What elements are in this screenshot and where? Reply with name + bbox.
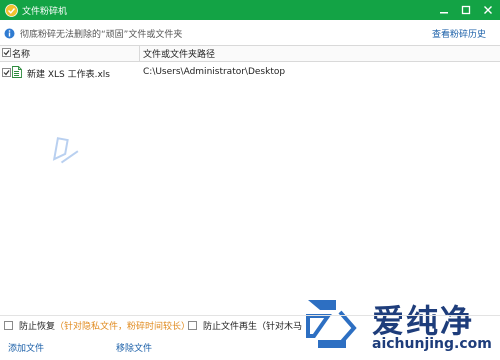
title-bar: 文件粉碎机 xyxy=(0,0,500,20)
minimize-icon[interactable] xyxy=(438,4,450,16)
prevent-regen-checkbox[interactable] xyxy=(188,321,197,330)
info-icon xyxy=(4,28,15,39)
select-all-checkbox[interactable] xyxy=(2,48,11,57)
column-header-path[interactable]: 文件或文件夹路径 xyxy=(143,47,215,60)
info-bar: 彻底粉碎无法删除的“顽固”文件或文件夹 查看粉碎历史 xyxy=(0,24,500,42)
app-icon xyxy=(4,3,18,17)
prevent-recovery-label: 防止恢复 xyxy=(19,322,56,332)
info-text: 彻底粉碎无法删除的“顽固”文件或文件夹 xyxy=(20,29,183,40)
prevent-regen-label: 防止文件再生（针对木马 xyxy=(203,322,303,332)
file-name: 新建 XLS 工作表.xls xyxy=(27,70,110,80)
maximize-icon[interactable] xyxy=(460,4,472,16)
remove-file-button[interactable]: 移除文件 xyxy=(116,341,152,354)
file-list-header: 名称 文件或文件夹路径 xyxy=(0,45,500,62)
column-divider xyxy=(139,46,140,61)
column-header-name[interactable]: 名称 xyxy=(12,47,30,60)
file-path: C:\Users\Administrator\Desktop xyxy=(143,67,286,77)
view-history-link[interactable]: 查看粉碎历史 xyxy=(432,27,486,40)
watermark-logo-faint xyxy=(35,95,125,175)
prevent-recovery-option[interactable]: 防止恢复 （针对隐私文件，粉碎时间较长） xyxy=(4,319,190,332)
watermark-domain-text: aichunjing.com xyxy=(372,336,492,352)
window-title: 文件粉碎机 xyxy=(22,6,68,17)
file-row-checkbox[interactable] xyxy=(2,68,11,77)
excel-file-icon xyxy=(12,66,22,78)
options-bar: 防止恢复 （针对隐私文件，粉碎时间较长） 防止文件再生（针对木马 xyxy=(0,315,500,332)
add-file-button[interactable]: 添加文件 xyxy=(8,341,44,354)
close-icon[interactable] xyxy=(482,4,494,16)
file-row[interactable]: 新建 XLS 工作表.xls C:\Users\Administrator\De… xyxy=(0,63,500,81)
prevent-recovery-checkbox[interactable] xyxy=(4,321,13,330)
prevent-recovery-note: （针对隐私文件，粉碎时间较长） xyxy=(55,322,191,332)
window-controls xyxy=(438,0,494,20)
prevent-regen-option[interactable]: 防止文件再生（针对木马 xyxy=(188,319,302,332)
